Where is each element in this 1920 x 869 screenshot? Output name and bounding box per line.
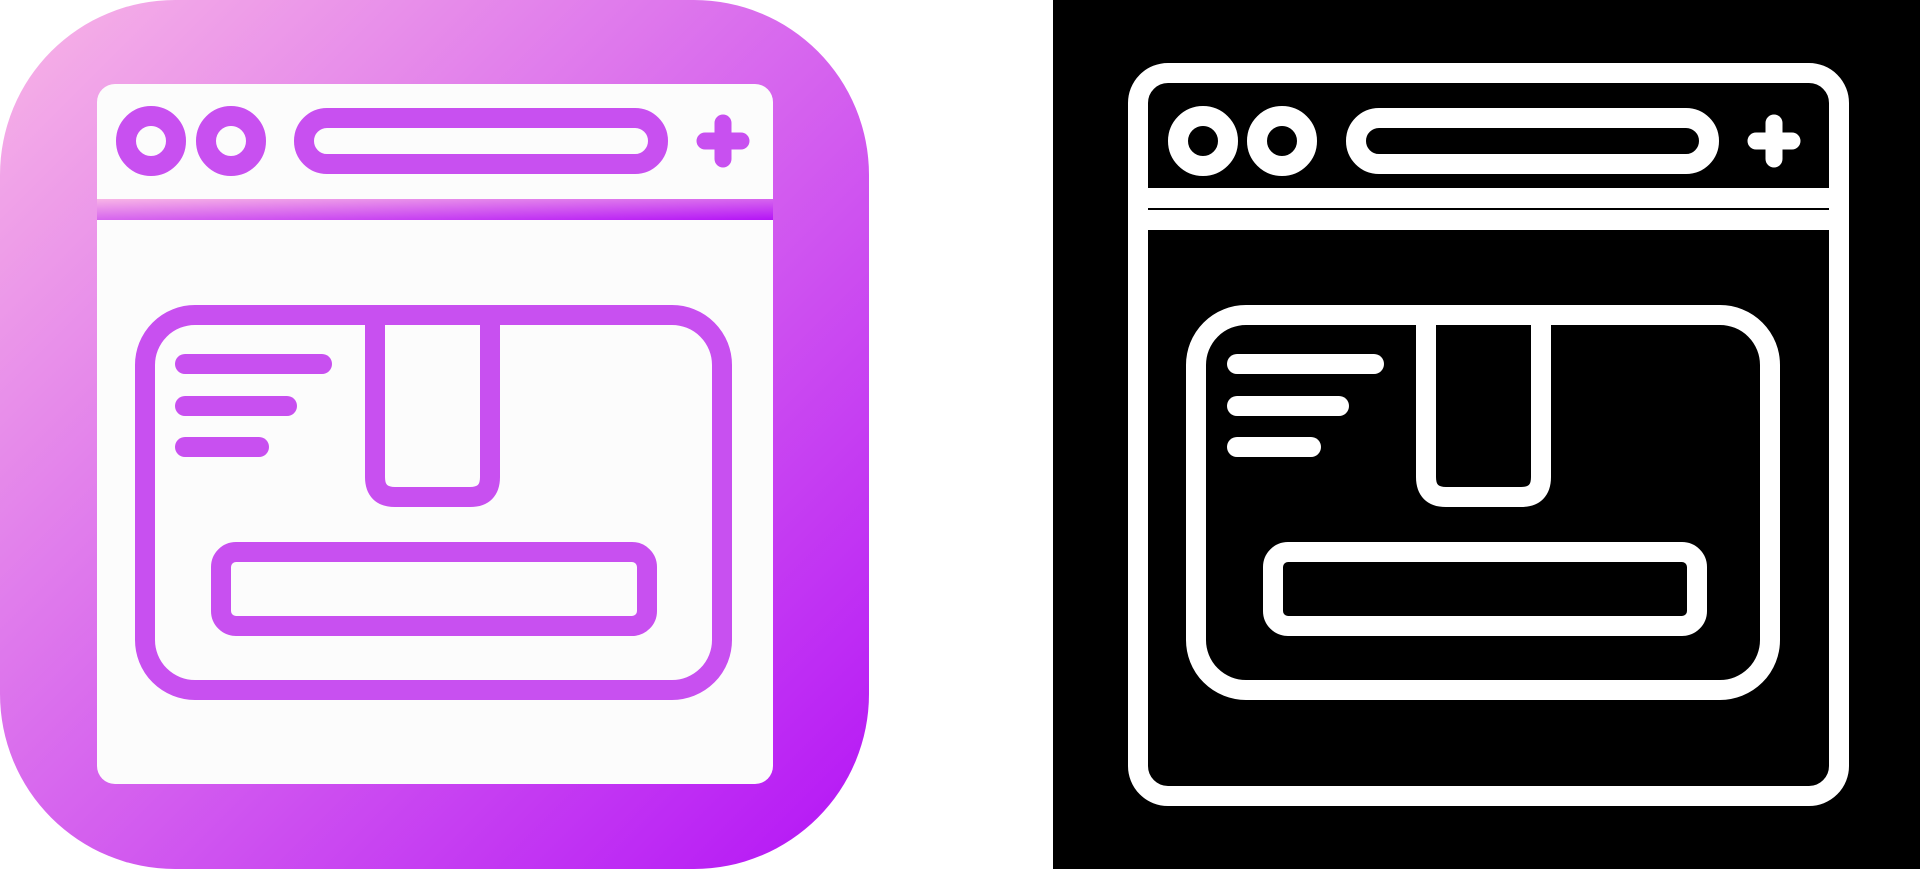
icon-preview-canvas: [0, 0, 1920, 869]
web-package-glyph-icon: [1053, 0, 1920, 869]
web-package-gradient-icon: [0, 0, 869, 869]
browser-window-frame: [97, 84, 773, 784]
title-bar-divider: [97, 199, 773, 220]
